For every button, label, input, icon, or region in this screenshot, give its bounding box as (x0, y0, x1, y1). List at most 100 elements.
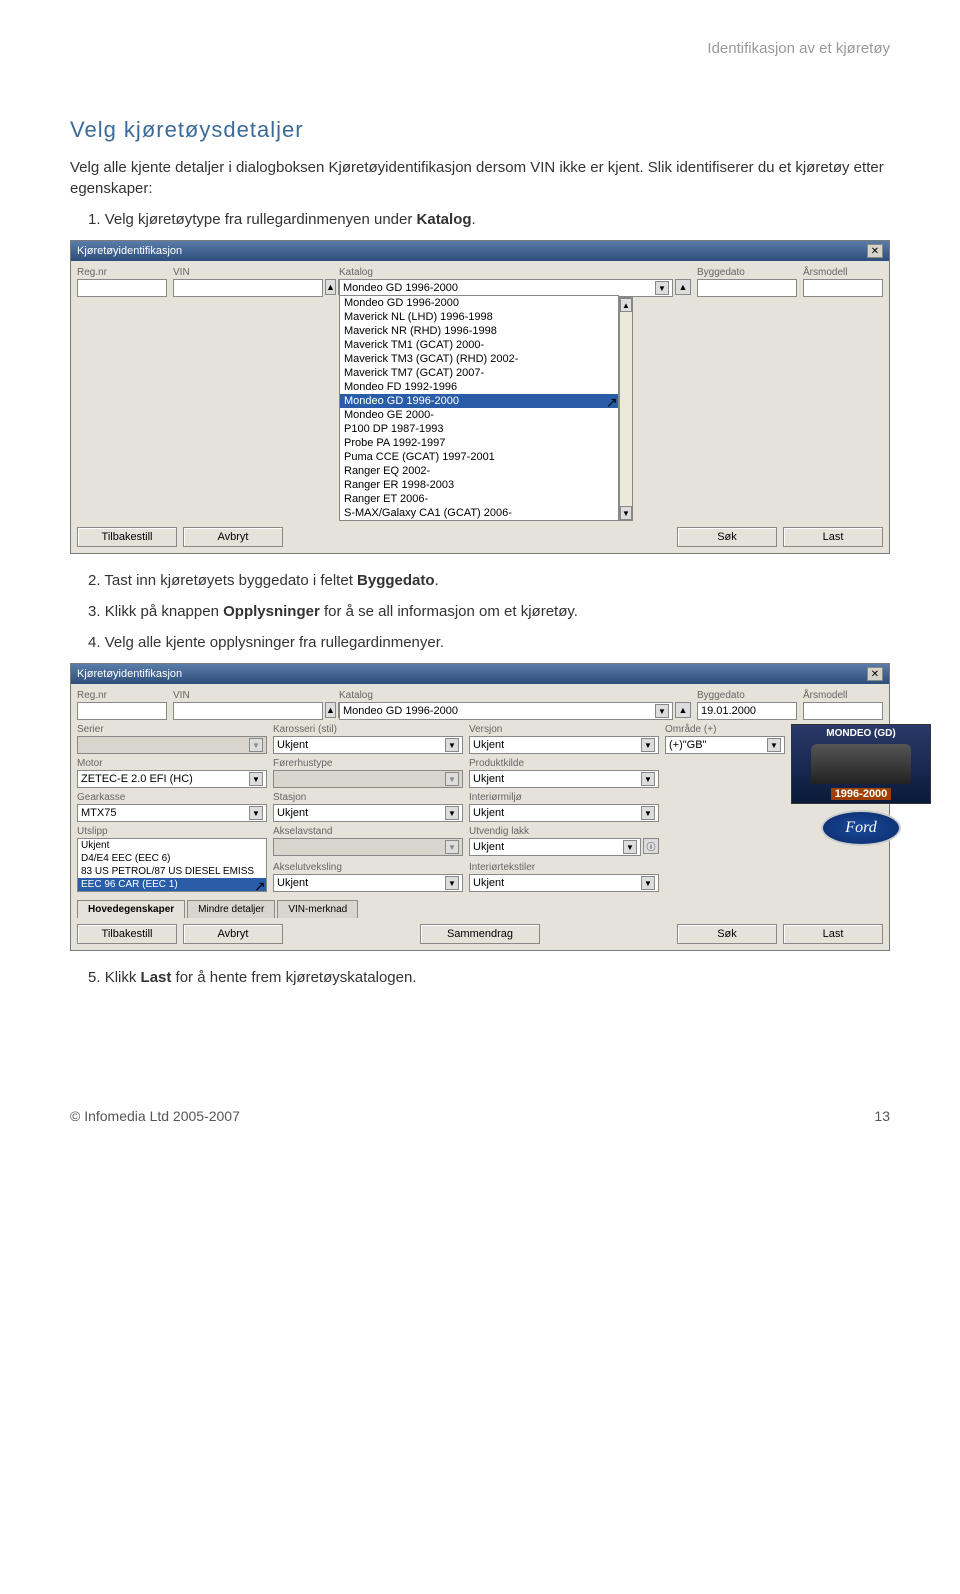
produktkilde-combo[interactable]: Ukjent▼ (469, 770, 659, 788)
vin-input[interactable] (173, 279, 323, 297)
scroll-down-icon[interactable]: ▼ (620, 506, 632, 520)
dropdown-item[interactable]: Mondeo GD 1996-2000 (340, 296, 618, 310)
utvendiglakk-value: Ukjent (473, 841, 504, 853)
utslipp-label: Utslipp (77, 826, 267, 837)
dropdown-item[interactable]: Ranger ET 2006- (340, 492, 618, 506)
regnr-input[interactable] (77, 279, 167, 297)
dropdown-item[interactable]: S-MAX/Galaxy CA1 (GCAT) 2006- (340, 506, 618, 520)
dropdown-item[interactable]: Mondeo GD 1996-2000 (340, 394, 618, 408)
dropdown-item[interactable]: Maverick NR (RHD) 1996-1998 (340, 324, 618, 338)
versjon-combo[interactable]: Ukjent▼ (469, 736, 659, 754)
vehicle-id-dialog-2: Kjøretøyidentifikasjon ✕ Reg.nr VIN ▲ ⓘ … (70, 663, 890, 951)
chevron-down-icon[interactable]: ▼ (641, 876, 655, 890)
dropdown-item[interactable]: Mondeo GE 2000- (340, 408, 618, 422)
tilbakestill-button[interactable]: Tilbakestill (77, 924, 177, 944)
header-breadcrumb: Identifikasjon av et kjøretøy (70, 40, 890, 57)
motor-combo[interactable]: ZETEC-E 2.0 EFI (HC)▼ (77, 770, 267, 788)
list-item[interactable]: EEC 96 CAR (EEC 1) (78, 878, 266, 891)
step3-post: for å se all informasjon om et kjøretøy. (320, 603, 578, 620)
avbryt-button[interactable]: Avbryt (183, 924, 283, 944)
katalog-combo[interactable]: Mondeo GD 1996-2000 ▼ (339, 702, 673, 720)
dropdown-item[interactable]: Puma CCE (GCAT) 1997-2001 (340, 450, 618, 464)
dropdown-item[interactable]: Ranger ER 1998-2003 (340, 478, 618, 492)
gearkasse-combo[interactable]: MTX75▼ (77, 804, 267, 822)
chevron-down-icon[interactable]: ▼ (445, 876, 459, 890)
arsmodell-input[interactable] (803, 702, 883, 720)
katalog-up-icon[interactable]: ▲ (675, 279, 691, 295)
dropdown-item[interactable]: P100 DP 1987-1993 (340, 422, 618, 436)
interiormiljo-combo[interactable]: Ukjent ▼ (469, 804, 659, 822)
sok-button[interactable]: Søk (677, 527, 777, 547)
tab-vin-merknad[interactable]: VIN-merknad (277, 900, 358, 918)
copyright: © Infomedia Ltd 2005-2007 (70, 1108, 240, 1124)
interiortekstiler-combo[interactable]: Ukjent ▼ (469, 874, 659, 892)
chevron-down-icon[interactable]: ▼ (445, 806, 459, 820)
chevron-down-icon[interactable]: ▼ (249, 772, 263, 786)
chevron-down-icon: ▼ (249, 738, 263, 752)
sok-button[interactable]: Søk (677, 924, 777, 944)
omrade-combo[interactable]: (+)"GB"▼ (665, 736, 785, 754)
vin-up-icon[interactable]: ▲ (325, 279, 336, 295)
byggedato-input[interactable] (697, 702, 797, 720)
chevron-down-icon[interactable]: ▼ (249, 806, 263, 820)
step1-post: . (472, 211, 476, 228)
dropdown-item[interactable]: Maverick NL (LHD) 1996-1998 (340, 310, 618, 324)
step5-pre: Klikk (105, 969, 141, 986)
dropdown-item[interactable]: Mondeo FD 1992-1996 (340, 380, 618, 394)
karosseri-combo[interactable]: Ukjent▼ (273, 736, 463, 754)
list-item[interactable]: 83 US PETROL/87 US DIESEL EMISS (78, 865, 266, 878)
utvendiglakk-label: Utvendig lakk (469, 826, 659, 837)
chevron-down-icon[interactable]: ▼ (655, 704, 669, 718)
chevron-down-icon[interactable]: ▼ (655, 281, 669, 295)
dropdown-item[interactable]: Ranger EQ 2002- (340, 464, 618, 478)
produktkilde-label: Produktkilde (469, 758, 659, 769)
chevron-down-icon[interactable]: ▼ (623, 840, 637, 854)
tilbakestill-button[interactable]: Tilbakestill (77, 527, 177, 547)
interiortekstiler-value: Ukjent (473, 877, 504, 889)
step-2: 2. Tast inn kjøretøyets byggedato i felt… (88, 570, 890, 591)
chevron-down-icon[interactable]: ▼ (445, 738, 459, 752)
vin-up-icon[interactable]: ▲ (325, 702, 336, 718)
list-item[interactable]: D4/E4 EEC (EEC 6) (78, 852, 266, 865)
sammendrag-button[interactable]: Sammendrag (420, 924, 540, 944)
chevron-down-icon[interactable]: ▼ (641, 772, 655, 786)
step3-bold: Opplysninger (223, 603, 320, 620)
chevron-down-icon[interactable]: ▼ (641, 806, 655, 820)
utvendiglakk-combo[interactable]: Ukjent ▼ (469, 838, 641, 856)
regnr-label: Reg.nr (77, 690, 167, 701)
akselutveksling-combo[interactable]: Ukjent▼ (273, 874, 463, 892)
chevron-down-icon[interactable]: ▼ (641, 738, 655, 752)
regnr-input[interactable] (77, 702, 167, 720)
scrollbar[interactable]: ▲ ▼ (619, 297, 633, 521)
scroll-up-icon[interactable]: ▲ (620, 298, 632, 312)
dropdown-item[interactable]: Probe PA 1992-1997 (340, 436, 618, 450)
lakk-info-icon[interactable]: ⓘ (643, 838, 659, 854)
dropdown-item[interactable]: Maverick TM1 (GCAT) 2000- (340, 338, 618, 352)
tab-mindre-detaljer[interactable]: Mindre detaljer (187, 900, 275, 918)
step1-bold: Katalog (417, 211, 472, 228)
tab-hovedegenskaper[interactable]: Hovedegenskaper (77, 900, 185, 918)
byggedato-input[interactable] (697, 279, 797, 297)
list-item[interactable]: Ukjent (78, 839, 266, 852)
dropdown-item[interactable]: Maverick TM7 (GCAT) 2007- (340, 366, 618, 380)
katalog-dropdown-list[interactable]: Mondeo GD 1996-2000Maverick NL (LHD) 199… (339, 295, 619, 521)
utslipp-listbox[interactable]: UkjentD4/E4 EEC (EEC 6)83 US PETROL/87 U… (77, 838, 267, 892)
vin-input[interactable] (173, 702, 323, 720)
car-image (811, 744, 911, 784)
katalog-value: Mondeo GD 1996-2000 (343, 282, 458, 294)
close-icon[interactable]: ✕ (867, 244, 883, 258)
last-button[interactable]: Last (783, 527, 883, 547)
dialog1-titlebar: Kjøretøyidentifikasjon ✕ (71, 241, 889, 261)
last-button[interactable]: Last (783, 924, 883, 944)
stasjon-combo[interactable]: Ukjent▼ (273, 804, 463, 822)
chevron-down-icon[interactable]: ▼ (767, 738, 781, 752)
interiormiljo-value: Ukjent (473, 807, 504, 819)
step2-pre: Tast inn kjøretøyets byggedato i feltet (104, 572, 357, 589)
dropdown-item[interactable]: Maverick TM3 (GCAT) (RHD) 2002- (340, 352, 618, 366)
avbryt-button[interactable]: Avbryt (183, 527, 283, 547)
arsmodell-input[interactable] (803, 279, 883, 297)
dialog2-titlebar: Kjøretøyidentifikasjon ✕ (71, 664, 889, 684)
katalog-up-icon[interactable]: ▲ (675, 702, 691, 718)
close-icon[interactable]: ✕ (867, 667, 883, 681)
akselavstand-label: Akselavstand (273, 826, 463, 837)
